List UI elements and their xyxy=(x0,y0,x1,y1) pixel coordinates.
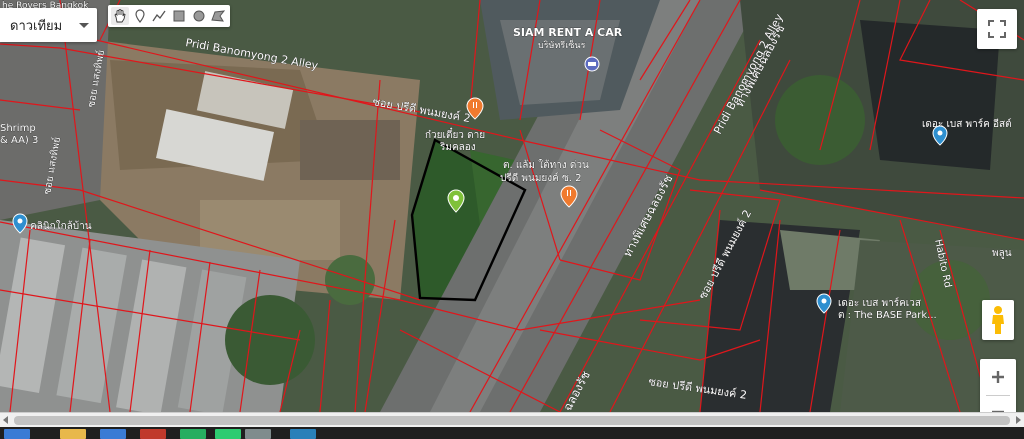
start-icon[interactable] xyxy=(4,429,30,439)
scroll-left-arrow-icon[interactable] xyxy=(3,416,8,424)
polyline-tool-icon[interactable] xyxy=(150,7,168,25)
place-label-stall-2: ปรีดี พนมยงค์ ซ. 2 xyxy=(500,172,582,184)
scroll-right-arrow-icon[interactable] xyxy=(1016,416,1021,424)
rectangle-tool-icon[interactable] xyxy=(170,7,188,25)
taskbar xyxy=(0,427,1024,439)
place-label-the-base-2-th: เดอะ เบส พาร์คเวส xyxy=(838,297,921,309)
fullscreen-icon xyxy=(988,20,1006,38)
street-view-pegman-button[interactable] xyxy=(982,300,1014,340)
map-type-label: ดาวเทียม xyxy=(10,18,63,34)
horizontal-scrollbar[interactable] xyxy=(0,412,1024,427)
place-label-shrimp-1: Shrimp xyxy=(0,123,36,134)
siam-rent-car-pin-icon[interactable] xyxy=(584,56,600,72)
place-label-stall-1: ต. แล้ม ใต้ทาง ด่วน xyxy=(503,159,589,171)
scrollbar-thumb[interactable] xyxy=(14,416,1010,425)
taskbar-app-icon[interactable] xyxy=(245,429,271,439)
taskbar-app-icon[interactable] xyxy=(100,429,126,439)
place-label-siam-rent: SIAM RENT A CAR xyxy=(513,26,623,39)
zoom-in-button[interactable] xyxy=(980,359,1016,395)
fullscreen-button[interactable] xyxy=(977,9,1017,49)
marker-tool-icon[interactable] xyxy=(131,7,149,25)
satellite-map[interactable]: he Rovers Bangkok Pridi Banomyong 2 Alle… xyxy=(0,0,1024,412)
map-type-select[interactable]: ดาวเทียม xyxy=(0,8,97,42)
place-label-noodle-2: ริมคลอง xyxy=(439,142,475,153)
taskbar-app-icon[interactable] xyxy=(290,429,316,439)
taskbar-app-icon[interactable] xyxy=(215,429,241,439)
place-label-shrimp-2: & AA) 3 xyxy=(0,135,38,146)
polygon-tool-icon[interactable] xyxy=(209,7,227,25)
place-label-palm: พลูน xyxy=(992,248,1012,259)
plus-icon xyxy=(992,371,1004,383)
taskbar-app-icon[interactable] xyxy=(180,429,206,439)
chevron-down-icon xyxy=(79,22,89,28)
pan-hand-icon[interactable] xyxy=(111,7,129,25)
pegman-icon xyxy=(992,306,1004,334)
taskbar-app-icon[interactable] xyxy=(140,429,166,439)
taskbar-app-icon[interactable] xyxy=(60,429,86,439)
map-canvas[interactable]: he Rovers Bangkok Pridi Banomyong 2 Alle… xyxy=(0,0,1024,412)
place-label-clinic: คลินิกใกล้บ้าน xyxy=(30,220,92,232)
place-label-the-base-2-en: ต : The BASE Park... xyxy=(838,310,937,321)
zoom-control xyxy=(980,359,1016,419)
drawing-toolbar xyxy=(108,5,230,27)
circle-tool-icon[interactable] xyxy=(190,7,208,25)
